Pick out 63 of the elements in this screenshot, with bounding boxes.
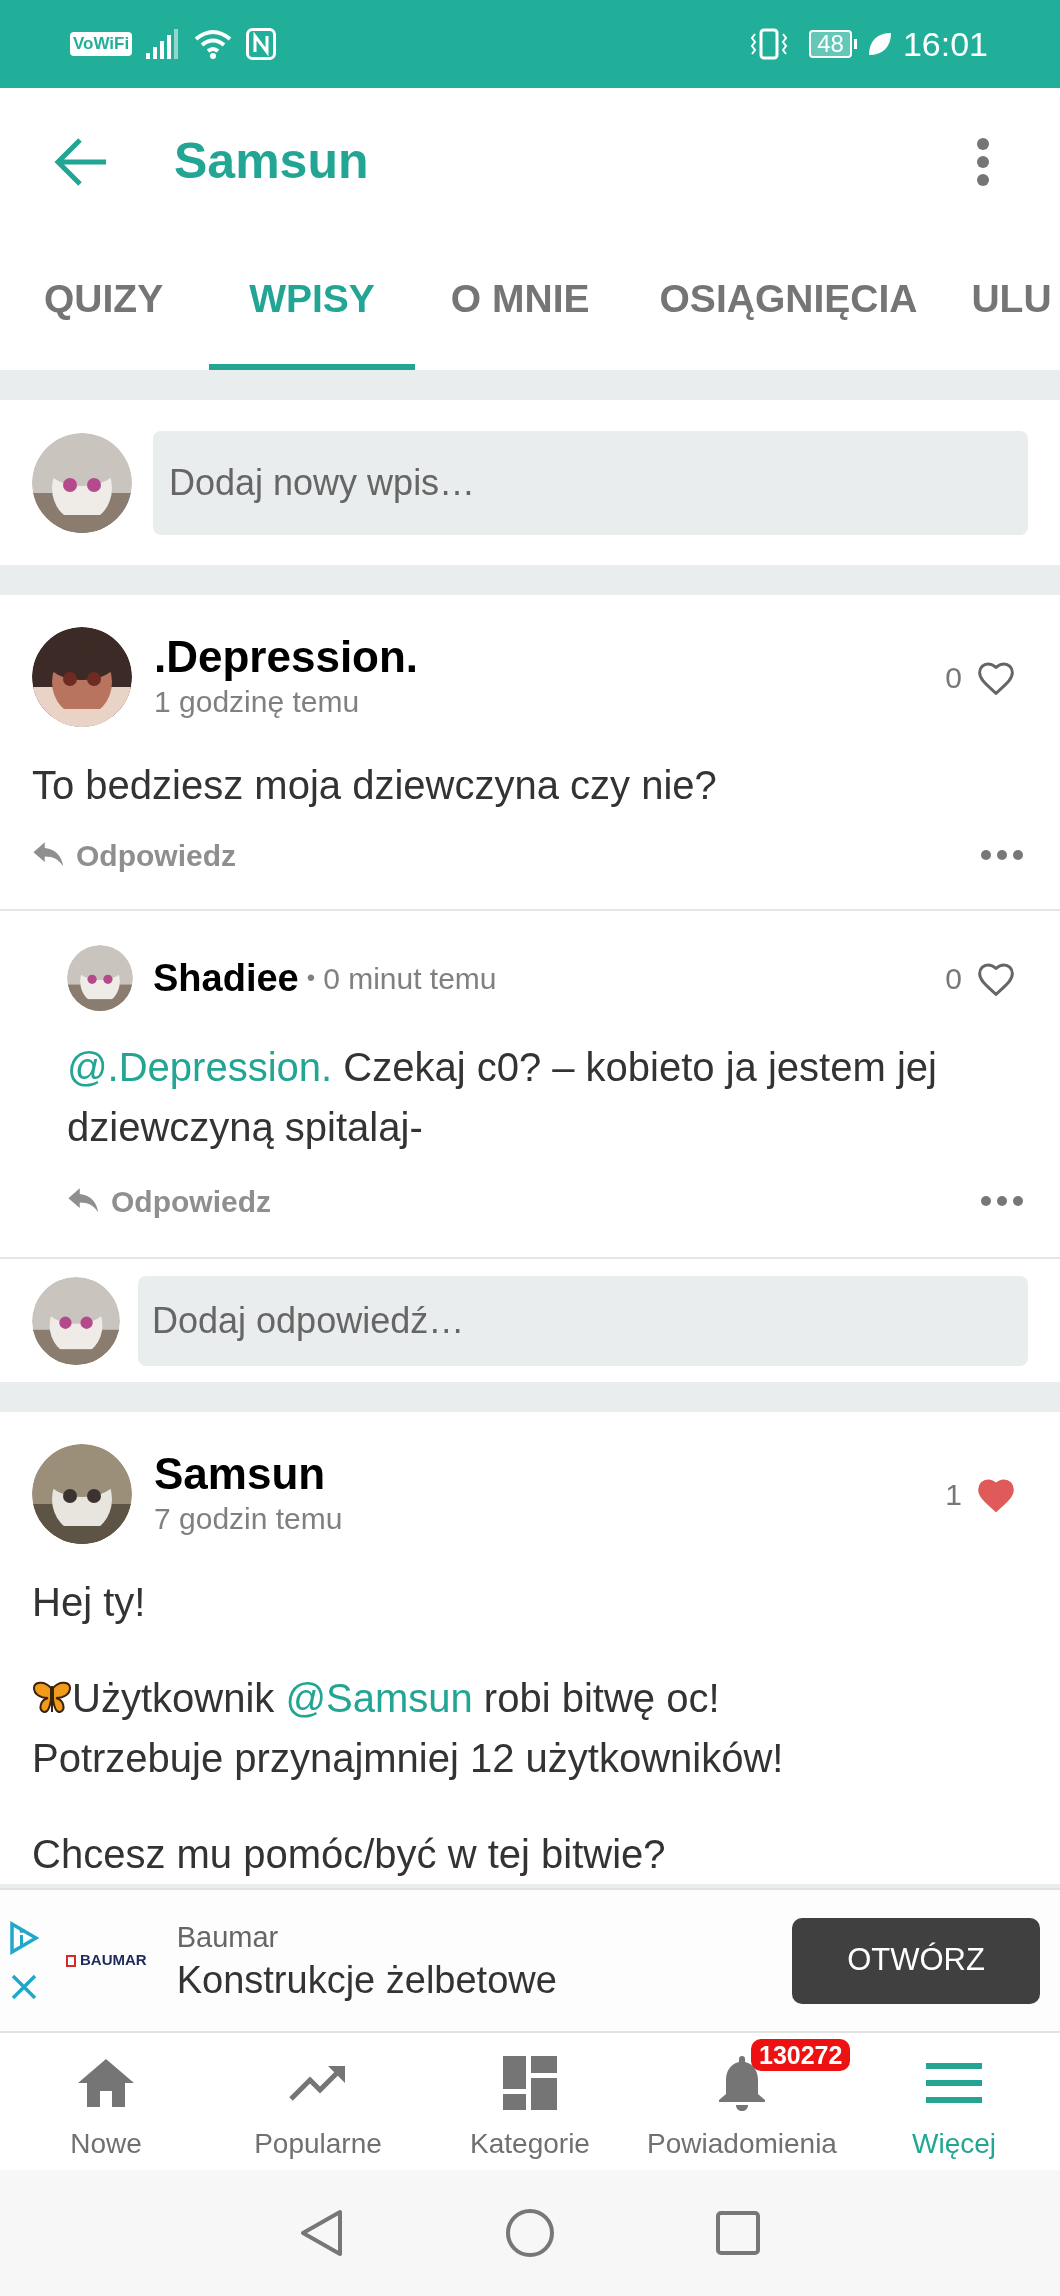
mention-link[interactable]: @.Depression. [67,1045,333,1089]
vibrate-icon [749,28,790,60]
recent-apps-icon[interactable] [715,2210,761,2256]
tab[interactable]: OSIĄGNIĘCIA [625,235,952,370]
advertiser-name: Baumar [176,1919,280,1955]
nav-item[interactable]: Nowe [0,2033,212,2170]
separator-dot: • [306,963,316,993]
window-title: Samsun [174,132,370,191]
post-text: Hej ty! [32,1579,147,1626]
mention-link[interactable]: @Samsun [285,1676,473,1720]
tab[interactable]: QUIZY [0,235,210,370]
ad-headline: Konstrukcje żelbetowe [176,1957,558,2003]
nav-item[interactable]: Powiadomienia 130272 [636,2033,848,2170]
dashboard-icon [503,2056,557,2110]
leaf-icon [866,31,893,57]
post-time: 1 godzinę temu [154,684,361,720]
open-button[interactable]: OTWÓRZ [792,1917,1040,2004]
more-icon[interactable] [980,849,1024,861]
vowifi-badge: VoWiFi [70,32,133,56]
like-count: 0 [945,960,962,997]
clock: 16:01 [902,23,988,65]
tab[interactable]: O MNIE [414,235,626,370]
heart-icon[interactable] [976,1476,1016,1512]
wifi-icon [194,29,233,59]
back-icon[interactable] [299,2208,345,2258]
reply-button[interactable]: Odpowiedz [67,1178,271,1224]
post-text: To bedziesz moja dziewczyna czy nie? [32,762,718,809]
ad-banner[interactable]: BAUMAR Baumar Konstrukcje żelbetowe OTWÓRZ [0,1888,1060,2033]
post-time: 7 godzin temu [154,1501,344,1537]
reply-icon [67,1188,101,1214]
menu-icon [926,2063,982,2103]
author-name[interactable]: .Depression. [154,632,946,682]
nav-item[interactable]: Kategorie [424,2033,636,2170]
heart-icon[interactable] [976,960,1016,996]
trending-up-icon [288,2063,348,2103]
adchoices-icon[interactable] [9,1920,39,1955]
more-icon[interactable] [976,136,990,187]
like-count: 0 [945,659,962,696]
butterfly-icon [32,1680,72,1716]
post-text: Chcesz mu pomóc/być w tej bitwie? [32,1831,667,1878]
battery-indicator: 48 [809,30,857,58]
reply-icon [32,842,66,868]
more-icon[interactable] [980,1195,1024,1207]
tab[interactable]: ULU [951,235,1052,370]
post-time: 0 minut temu [323,960,497,997]
new-post-field[interactable]: Dodaj nowy wpis… [153,430,1028,535]
nfc-icon [246,28,277,60]
notification-badge: 130272 [751,2039,851,2071]
author-name[interactable]: Samsun [154,1449,946,1499]
like-count: 1 [945,1476,962,1513]
home-icon[interactable] [505,2208,555,2258]
author-name[interactable]: Shadiee [153,949,299,1007]
home-icon [77,2057,135,2109]
signal-icon [146,29,181,59]
reply-button[interactable]: Odpowiedz [32,832,236,878]
reply-field[interactable]: Dodaj odpowiedź… [138,1275,1028,1366]
post-text: @.Depression. Czekaj c0? – kobieto ja jestem jej dziewczyną spitalaj- [67,1044,938,1151]
heart-icon[interactable] [976,659,1016,695]
nav-item[interactable]: Więcej [848,2033,1060,2170]
nav-item[interactable]: Popularne [212,2033,424,2170]
brand-logo: BAUMAR [66,1949,147,1972]
close-icon[interactable] [10,1972,38,2001]
post-text: Użytkownik @Samsun robi bitwę oc! Potrzebuje przynajmniej 12 użytkowników! [32,1675,785,1782]
